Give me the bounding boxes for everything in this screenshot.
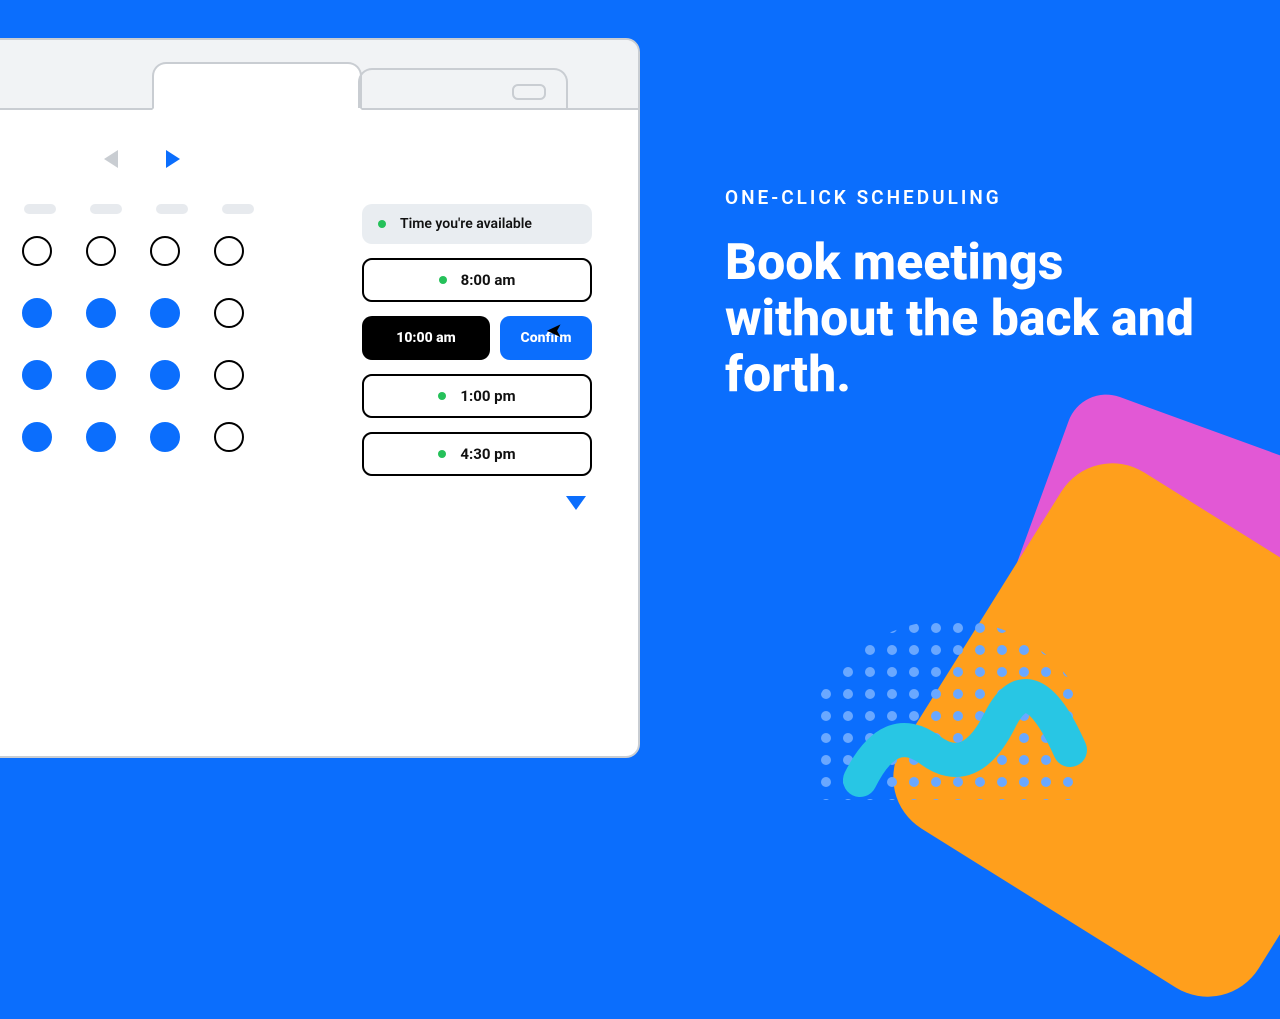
calendar-day-available[interactable] bbox=[150, 422, 180, 452]
available-dot-icon bbox=[438, 392, 446, 400]
calendar-day-available[interactable] bbox=[86, 298, 116, 328]
calendar-day-unavailable[interactable] bbox=[214, 298, 244, 328]
weekday-placeholder bbox=[90, 204, 122, 214]
calendar-day-unavailable[interactable] bbox=[214, 422, 244, 452]
browser-tab-inactive[interactable] bbox=[358, 68, 568, 108]
availability-legend-label: Time you're available bbox=[400, 216, 532, 232]
calendar-prev-icon[interactable] bbox=[104, 150, 118, 168]
calendar-next-icon[interactable] bbox=[166, 150, 180, 168]
calendar-day-available[interactable] bbox=[86, 422, 116, 452]
available-dot-icon bbox=[378, 220, 386, 228]
decor-squiggle bbox=[840, 600, 1100, 860]
decor-pink-shape bbox=[993, 383, 1280, 716]
calendar-day-available[interactable] bbox=[86, 360, 116, 390]
calendar-day-unavailable[interactable] bbox=[150, 236, 180, 266]
calendar bbox=[0, 150, 312, 756]
calendar-day-available[interactable] bbox=[150, 298, 180, 328]
more-times-icon[interactable] bbox=[566, 496, 586, 510]
calendar-day-unavailable[interactable] bbox=[214, 360, 244, 390]
time-slot-label: 8:00 am bbox=[461, 271, 516, 289]
weekday-placeholder bbox=[156, 204, 188, 214]
time-slot[interactable]: 4:30 pm bbox=[362, 432, 592, 476]
availability-legend: Time you're available bbox=[362, 204, 592, 244]
marketing-copy: ONE-CLICK SCHEDULING Book meetings witho… bbox=[725, 186, 1225, 403]
available-dot-icon bbox=[438, 450, 446, 458]
calendar-day-available[interactable] bbox=[22, 360, 52, 390]
browser-tab-bar bbox=[0, 40, 638, 110]
time-slot-selected[interactable]: 10:00 am bbox=[362, 316, 490, 360]
decor-dots bbox=[820, 600, 1080, 800]
time-slot[interactable]: 1:00 pm bbox=[362, 374, 592, 418]
weekday-placeholder bbox=[24, 204, 56, 214]
calendar-day-available[interactable] bbox=[22, 298, 52, 328]
time-slot-label: 1:00 pm bbox=[460, 387, 515, 405]
calendar-day-unavailable[interactable] bbox=[214, 236, 244, 266]
calendar-weekday-row bbox=[0, 204, 312, 214]
time-slot[interactable]: 8:00 am bbox=[362, 258, 592, 302]
browser-tab-active[interactable] bbox=[152, 62, 362, 110]
copy-eyebrow: ONE-CLICK SCHEDULING bbox=[725, 186, 1225, 209]
weekday-placeholder bbox=[222, 204, 254, 214]
browser-window: Time you're available 8:00 am10:00 amCon… bbox=[0, 38, 640, 758]
calendar-day-available[interactable] bbox=[150, 360, 180, 390]
available-dot-icon bbox=[439, 276, 447, 284]
calendar-day-available[interactable] bbox=[22, 422, 52, 452]
time-slot-panel: Time you're available 8:00 am10:00 amCon… bbox=[362, 204, 592, 756]
copy-headline: Book meetings without the back and forth… bbox=[725, 235, 1225, 403]
decor-orange-shape bbox=[871, 441, 1280, 1019]
cursor-icon: ➤ bbox=[546, 318, 563, 342]
calendar-day-unavailable[interactable] bbox=[86, 236, 116, 266]
time-slot-label: 4:30 pm bbox=[460, 445, 515, 463]
calendar-day-unavailable[interactable] bbox=[22, 236, 52, 266]
